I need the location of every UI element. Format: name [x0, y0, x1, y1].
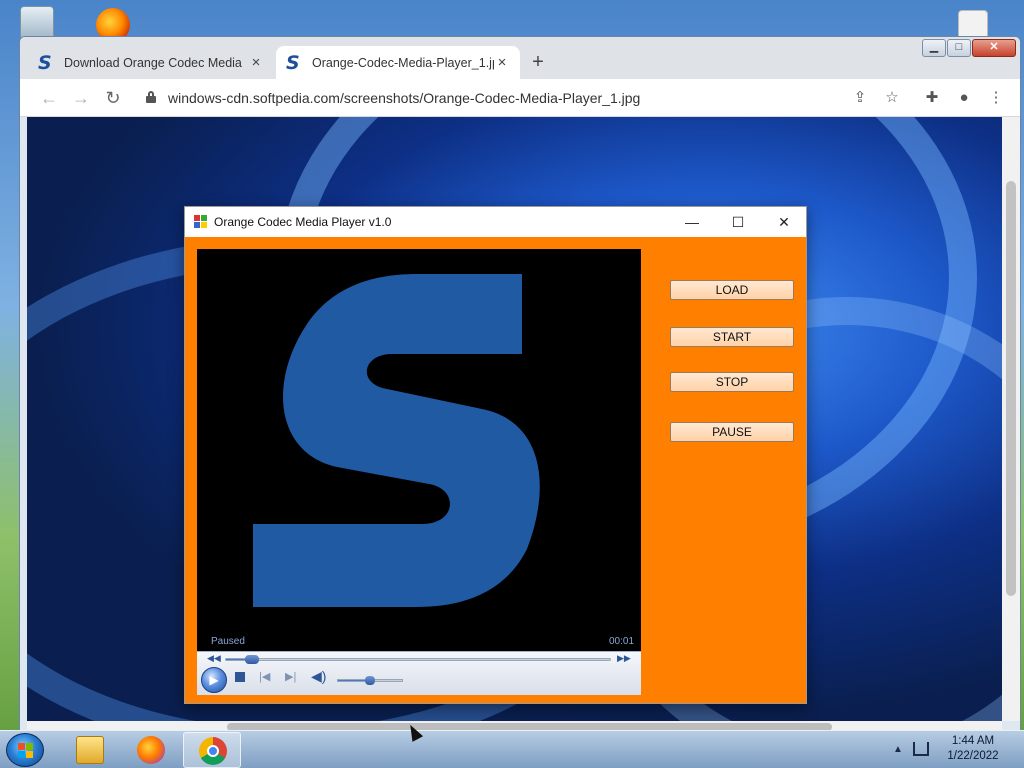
clock-date: 1/22/2022	[947, 750, 999, 762]
playback-status: Paused	[211, 636, 245, 647]
window-minimize-button[interactable]: ▁	[922, 39, 946, 57]
share-icon[interactable]: ⇪	[850, 88, 870, 108]
start-button[interactable]: START	[670, 327, 794, 347]
clock-time: 1:44 AM	[951, 735, 995, 747]
video-area[interactable]: Paused 00:01	[197, 249, 641, 651]
tab-close-icon[interactable]: ×	[248, 54, 264, 71]
window-maximize-button[interactable]: □	[947, 39, 971, 57]
taskbar: ▲ 1:44 AM 1/22/2022	[0, 730, 1024, 768]
app-icon	[194, 215, 207, 228]
player-minimize-button[interactable]: —	[681, 211, 703, 233]
volume-icon[interactable]: ◀)	[311, 668, 326, 685]
taskbar-firefox[interactable]	[122, 732, 180, 768]
system-clock[interactable]: 1:44 AM 1/22/2022	[940, 734, 1006, 764]
star-icon[interactable]: ☆	[882, 88, 902, 108]
vertical-scrollbar[interactable]	[1002, 117, 1020, 721]
recycle-bin-icon[interactable]	[20, 6, 54, 40]
tab-title: Orange-Codec-Media-Player_1.jp	[312, 55, 494, 70]
tab-download-page[interactable]: S Download Orange Codec Media ×	[28, 46, 274, 79]
next-icon[interactable]: ▶|	[285, 670, 296, 683]
softpedia-logo	[253, 274, 540, 607]
seek-bar[interactable]	[225, 655, 611, 664]
load-button[interactable]: LOAD	[670, 280, 794, 300]
softpedia-favicon-icon: S	[38, 51, 52, 74]
play-button[interactable]: ▶	[201, 667, 227, 693]
volume-slider[interactable]	[337, 676, 403, 685]
fast-forward-icon[interactable]: ▶▶	[617, 653, 631, 664]
taskbar-explorer[interactable]	[61, 732, 119, 768]
start-button[interactable]	[6, 733, 44, 767]
player-controls: ◀◀ ▶▶ ▶ |◀ ▶| ◀)	[197, 651, 641, 695]
seek-thumb[interactable]	[245, 655, 260, 664]
player-title: Orange Codec Media Player v1.0	[214, 215, 392, 229]
playback-time: 00:01	[609, 636, 635, 647]
window-close-button[interactable]: ✕	[972, 39, 1016, 57]
lock-icon[interactable]	[146, 91, 156, 103]
media-player-window: Orange Codec Media Player v1.0 — ☐ ✕ Pau…	[184, 206, 807, 704]
tray-expand-icon[interactable]: ▲	[893, 744, 903, 755]
softpedia-favicon-icon: S	[286, 51, 300, 74]
back-arrow-icon[interactable]: ←	[38, 87, 60, 109]
menu-icon[interactable]: ⋮	[986, 88, 1006, 108]
vertical-scroll-thumb[interactable]	[1006, 181, 1016, 596]
video-logo-s	[253, 274, 540, 607]
forward-arrow-icon[interactable]: →	[70, 87, 92, 109]
stop-button[interactable]: STOP	[670, 372, 794, 392]
taskbar-chrome[interactable]	[183, 732, 241, 768]
extensions-icon[interactable]: ✚	[922, 88, 942, 108]
chrome-icon	[199, 737, 227, 765]
address-bar[interactable]: windows-cdn.softpedia.com/screenshots/Or…	[168, 90, 640, 106]
tab-screenshot[interactable]: S Orange-Codec-Media-Player_1.jp ×	[276, 46, 520, 79]
stop-icon[interactable]	[235, 672, 245, 682]
rewind-icon[interactable]: ◀◀	[207, 653, 221, 664]
player-titlebar: Orange Codec Media Player v1.0 — ☐ ✕	[185, 207, 806, 237]
browser-toolbar: ← → ↻ windows-cdn.softpedia.com/screensh…	[20, 79, 1020, 117]
tab-title: Download Orange Codec Media	[64, 55, 242, 70]
player-maximize-button[interactable]: ☐	[727, 211, 749, 233]
previous-icon[interactable]: |◀	[259, 670, 270, 683]
explorer-icon	[76, 736, 104, 764]
reload-icon[interactable]: ↻	[102, 87, 124, 109]
new-tab-button[interactable]: +	[526, 51, 550, 75]
network-icon[interactable]	[913, 742, 929, 756]
profile-icon[interactable]: ●	[954, 88, 974, 108]
player-close-button[interactable]: ✕	[773, 211, 795, 233]
volume-thumb[interactable]	[365, 676, 375, 685]
tab-close-icon[interactable]: ×	[494, 54, 510, 71]
tab-strip: S Download Orange Codec Media × S Orange…	[20, 37, 1020, 79]
firefox-icon	[137, 736, 165, 764]
pause-button[interactable]: PAUSE	[670, 422, 794, 442]
